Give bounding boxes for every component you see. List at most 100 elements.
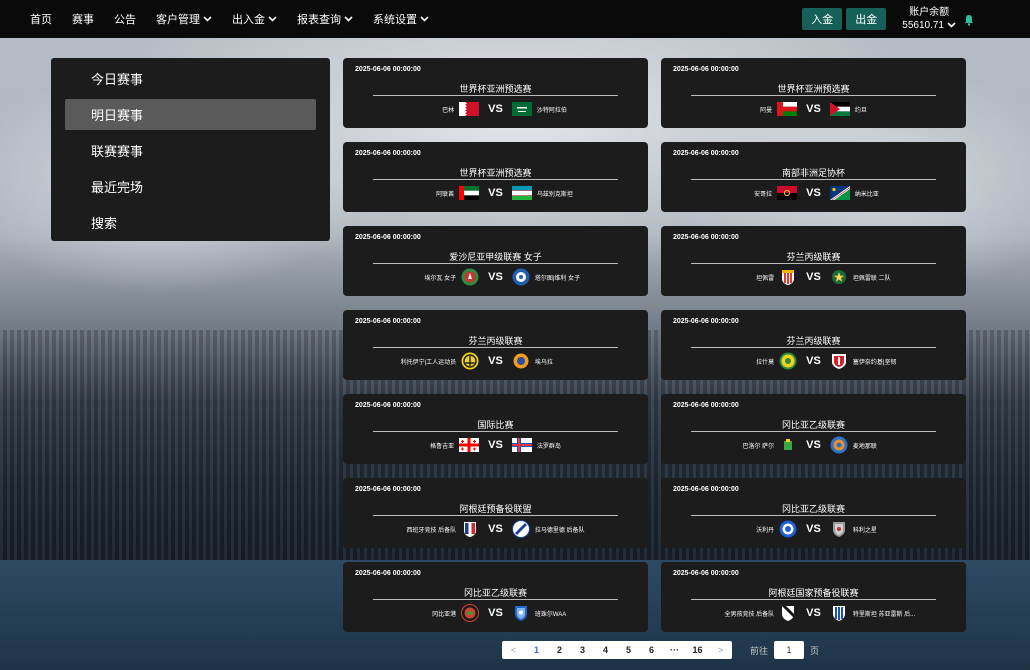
- home-team: 拉什莫: [756, 359, 775, 366]
- vs-label: VS: [806, 523, 821, 535]
- divider: [691, 515, 936, 516]
- match-card[interactable]: 2025-06-06 00:00:00 阿根廷国家预备役联赛 全男孩竞技 后备队…: [661, 562, 966, 632]
- away-team: 麦地那联: [852, 443, 877, 450]
- home-team: 坦佩雷: [756, 275, 775, 282]
- flag-uzbekistan-icon: [511, 186, 532, 200]
- away-team: 纳米比亚: [854, 191, 879, 198]
- sidebar-item-today-matches[interactable]: 今日赛事: [65, 63, 316, 94]
- page-5-button[interactable]: 5: [617, 645, 640, 655]
- club-crest-icon: [832, 522, 845, 537]
- home-team: 利托伊宁|工人运动员: [400, 359, 457, 366]
- match-card[interactable]: 2025-06-06 00:00:00 芬兰丙级联赛 坦佩雷 VS 坦佩雷联 二…: [661, 226, 966, 296]
- nav-item-announcements[interactable]: 公告: [114, 11, 136, 27]
- flag-namibia-icon: [829, 186, 850, 200]
- home-team: 阿曼: [760, 107, 773, 114]
- page-4-button[interactable]: 4: [594, 645, 617, 655]
- home-team: 埃尔瓦 女子: [424, 275, 457, 282]
- club-crest-icon: [784, 439, 793, 450]
- match-card[interactable]: 2025-06-06 00:00:00 世界杯亚洲预选赛 阿曼 VS 约旦: [661, 58, 966, 128]
- vs-label: VS: [806, 439, 821, 451]
- club-crest-icon: [464, 522, 477, 537]
- flag-georgia-icon: [459, 438, 480, 452]
- match-card[interactable]: 2025-06-06 00:00:00 世界杯亚洲预选赛 阿联酋 VS 乌兹别克…: [343, 142, 648, 212]
- goto-page-input[interactable]: 1: [774, 641, 805, 659]
- chevron-down-icon: [344, 14, 353, 24]
- bell-icon[interactable]: [964, 13, 974, 26]
- league-name: 芬兰丙级联赛: [468, 336, 523, 346]
- divider: [373, 95, 618, 96]
- home-team: 西班牙竞技 后备队: [406, 527, 457, 534]
- match-card[interactable]: 2025-06-06 00:00:00 芬兰丙级联赛 拉什莫 VS 塞伊奈约基|…: [661, 310, 966, 380]
- nav-item-system-settings[interactable]: 系统设置: [373, 11, 429, 27]
- account-balance[interactable]: 账户余额 55610.71: [902, 6, 956, 32]
- vs-label: VS: [488, 523, 503, 535]
- vs-label: VS: [488, 355, 503, 367]
- more-pages-button[interactable]: ···: [663, 645, 686, 655]
- sidebar-item-league-matches[interactable]: 联赛赛事: [65, 135, 316, 166]
- divider: [691, 263, 936, 264]
- league-name: 世界杯亚洲预选赛: [459, 168, 532, 178]
- divider: [373, 347, 618, 348]
- club-crest-icon: [514, 606, 527, 621]
- nav-item-funds[interactable]: 出入金: [232, 11, 277, 27]
- away-team: 乌兹别克斯坦: [536, 191, 573, 198]
- club-crest-icon: [461, 268, 479, 286]
- page-6-button[interactable]: 6: [640, 645, 663, 655]
- flag-oman-icon: [777, 102, 798, 116]
- league-name: 冈比亚乙级联赛: [781, 420, 845, 430]
- club-crest-icon: [779, 520, 797, 538]
- away-team: 约旦: [854, 107, 867, 114]
- match-card[interactable]: 2025-06-06 00:00:00 国际比赛 格鲁吉亚 VS 法罗群岛: [343, 394, 648, 464]
- league-name: 世界杯亚洲预选赛: [459, 84, 532, 94]
- page-3-button[interactable]: 3: [571, 645, 594, 655]
- divider: [373, 515, 618, 516]
- nav-item-home[interactable]: 首页: [30, 11, 52, 27]
- vs-label: VS: [806, 355, 821, 367]
- flag-bahrain-icon: [459, 102, 480, 116]
- page-1-button[interactable]: 1: [525, 645, 548, 655]
- match-card[interactable]: 2025-06-06 00:00:00 冈比亚乙级联赛 巴洛尔 萨尔 VS 麦地…: [661, 394, 966, 464]
- top-nav: 首页 赛事 公告 客户管理 出入金 报表查询 系统设置 入金 出金 账户余额 5…: [0, 0, 1030, 38]
- league-name: 国际比赛: [477, 420, 514, 430]
- league-name: 芬兰丙级联赛: [786, 252, 841, 262]
- match-card[interactable]: 2025-06-06 00:00:00 南部非洲足协杯 安哥拉 VS 纳米比亚: [661, 142, 966, 212]
- flag-jordan-icon: [829, 102, 850, 116]
- page-16-button[interactable]: 16: [686, 645, 709, 655]
- sidebar-item-search[interactable]: 搜索: [65, 207, 316, 238]
- divider: [691, 431, 936, 432]
- sidebar-item-tomorrow-matches[interactable]: 明日赛事: [65, 99, 316, 130]
- away-team: 拉马德里德 后备队: [534, 527, 585, 534]
- match-card[interactable]: 2025-06-06 00:00:00 爱沙尼亚甲级联赛 女子 埃尔瓦 女子 V…: [343, 226, 648, 296]
- match-card[interactable]: 2025-06-06 00:00:00 冈比亚乙级联赛 沃利丹 VS 科利之星: [661, 478, 966, 548]
- away-team: 坦佩雷联 二队: [852, 275, 891, 282]
- pagination: < 1 2 3 4 5 6 ··· 16 > 前往 1 页: [502, 641, 819, 659]
- divider: [691, 347, 936, 348]
- match-time: 2025-06-06 00:00:00: [673, 570, 739, 577]
- match-time: 2025-06-06 00:00:00: [673, 402, 739, 409]
- chevron-down-icon: [947, 19, 956, 32]
- page-2-button[interactable]: 2: [548, 645, 571, 655]
- away-team: 科利之星: [852, 527, 877, 534]
- nav-item-customer-management[interactable]: 客户管理: [156, 11, 212, 27]
- chevron-down-icon: [203, 14, 212, 24]
- match-card[interactable]: 2025-06-06 00:00:00 阿根廷预备役联盟 西班牙竞技 后备队 V…: [343, 478, 648, 548]
- match-time: 2025-06-06 00:00:00: [673, 150, 739, 157]
- club-crest-icon: [512, 268, 530, 286]
- nav-item-matches[interactable]: 赛事: [72, 11, 94, 27]
- match-card[interactable]: 2025-06-06 00:00:00 芬兰丙级联赛 利托伊宁|工人运动员 VS…: [343, 310, 648, 380]
- away-team: 特里斯坦 苏亚雷斯 后...: [852, 611, 916, 618]
- deposit-button[interactable]: 入金: [802, 8, 843, 30]
- goto-page: 前往 1 页: [750, 641, 819, 659]
- sidebar-item-recent-results[interactable]: 最近完场: [65, 171, 316, 202]
- match-card[interactable]: 2025-06-06 00:00:00 世界杯亚洲预选赛 巴林 VS 沙特阿拉伯: [343, 58, 648, 128]
- match-card[interactable]: 2025-06-06 00:00:00 冈比亚乙级联赛 冈比亚港 VS 班珠尔W…: [343, 562, 648, 632]
- next-page-button[interactable]: >: [709, 645, 732, 655]
- league-name: 爱沙尼亚甲级联赛 女子: [449, 252, 542, 262]
- vs-label: VS: [806, 187, 821, 199]
- club-crest-icon: [831, 270, 846, 284]
- withdraw-button[interactable]: 出金: [846, 8, 887, 30]
- prev-page-button[interactable]: <: [502, 645, 525, 655]
- home-team: 格鲁吉亚: [430, 443, 455, 450]
- flag-saudi-arabia-icon: [511, 102, 532, 116]
- nav-item-reports[interactable]: 报表查询: [297, 11, 353, 27]
